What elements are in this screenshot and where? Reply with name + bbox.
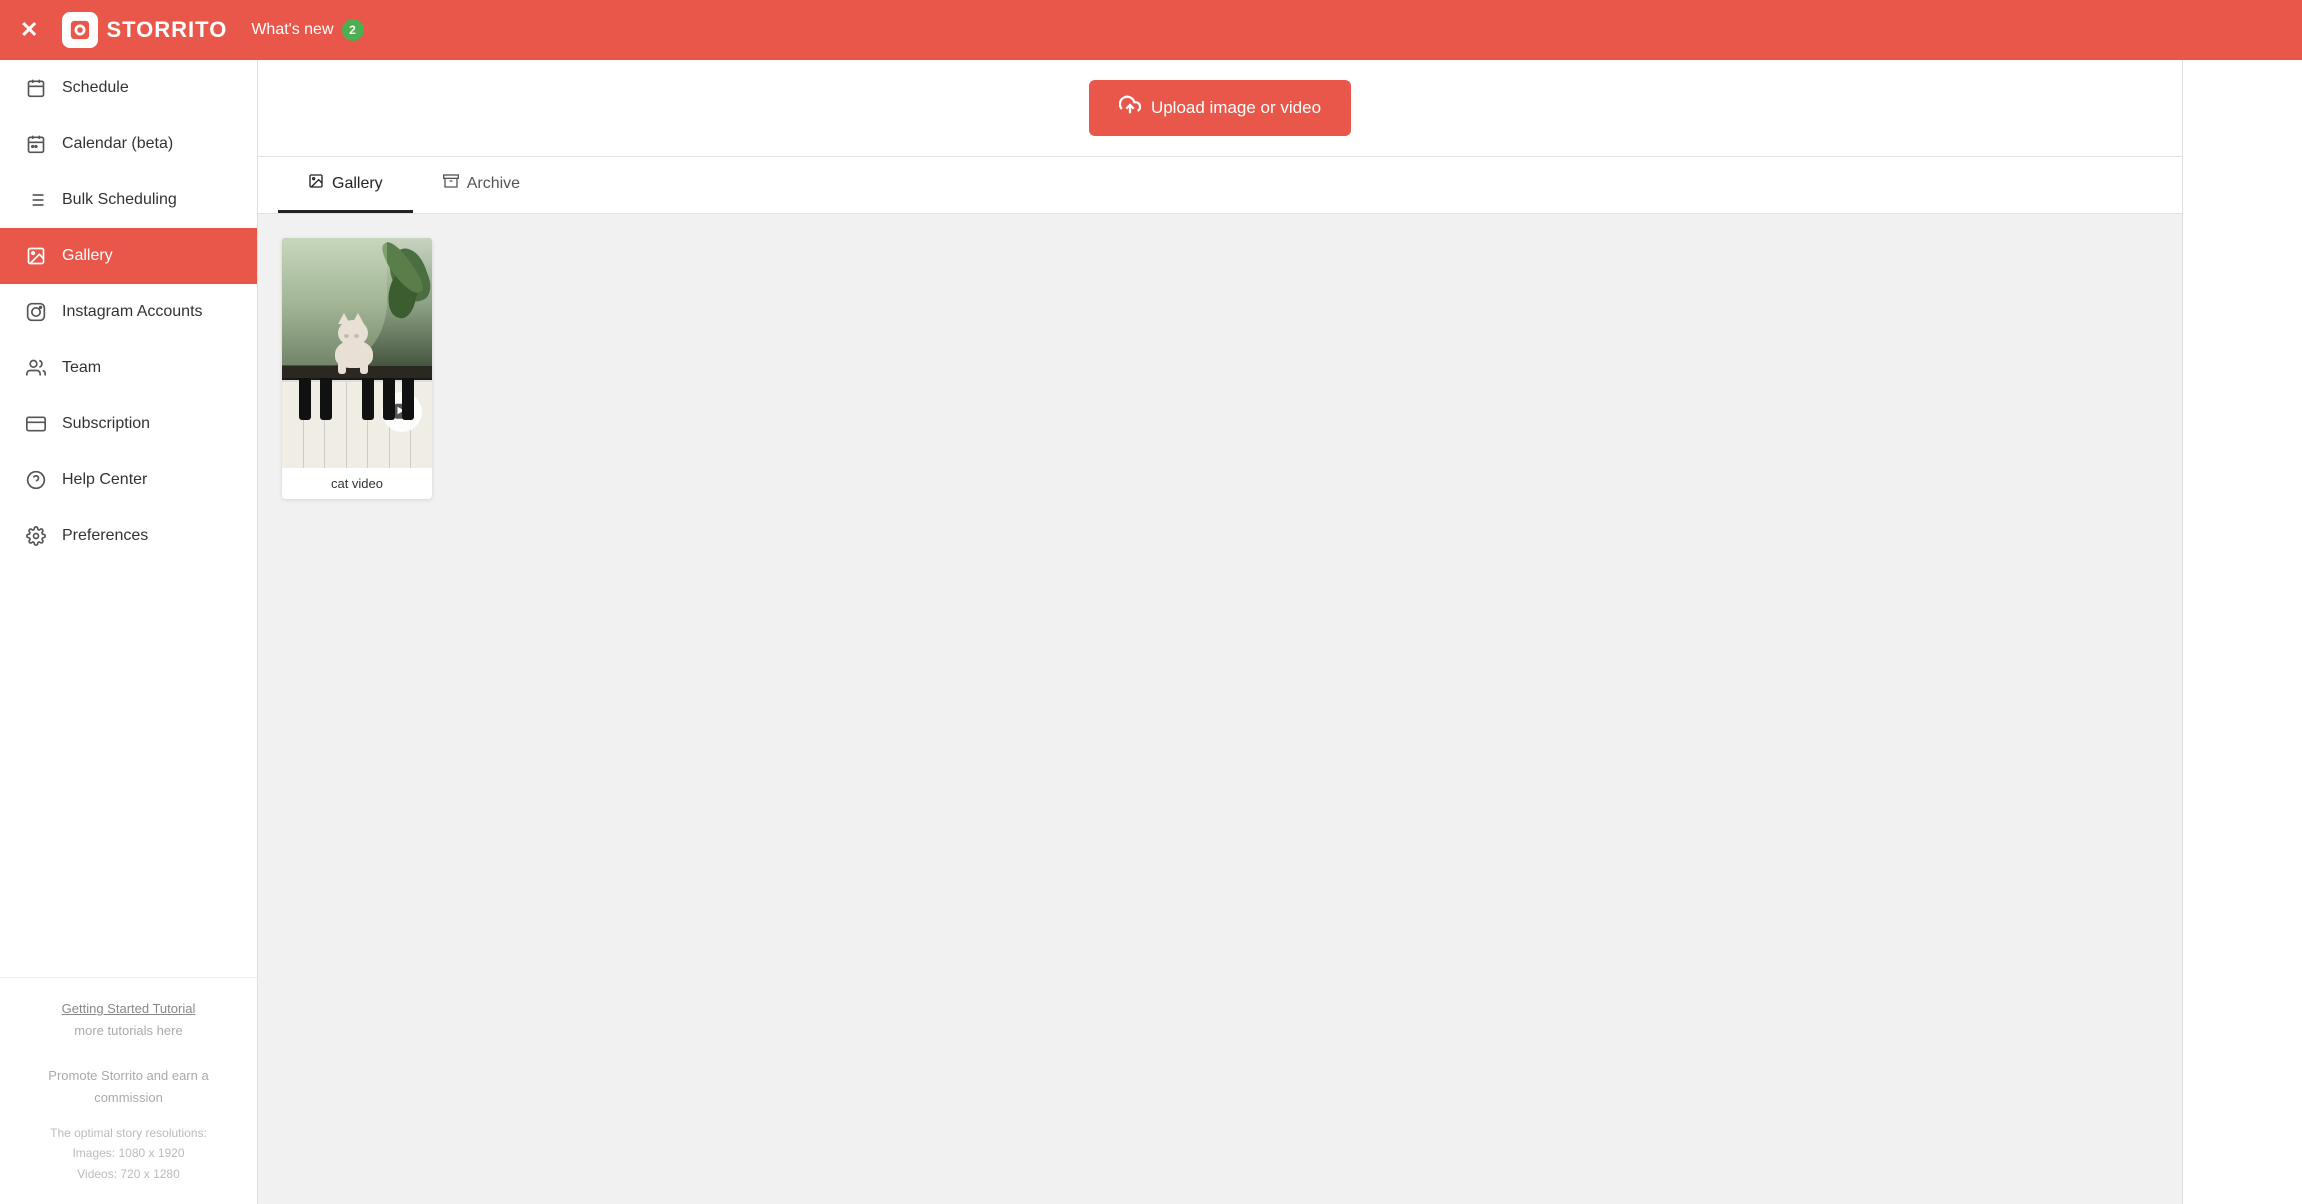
gallery-tab-icon [308, 173, 324, 194]
media-card-thumbnail [282, 238, 432, 468]
sidebar-nav: Schedule Calendar (beta) Bulk Sched [0, 60, 257, 977]
resolution-title: The optimal story resolutions: [24, 1123, 233, 1143]
sidebar-item-calendar-beta-label: Calendar (beta) [62, 135, 173, 153]
list-icon [24, 190, 48, 210]
content-area: Upload image or video Gallery Arch [258, 60, 2182, 1204]
cat-scene [282, 238, 432, 468]
sidebar-item-preferences-label: Preferences [62, 527, 148, 545]
more-tutorials-text: more tutorials here [74, 1023, 182, 1038]
calendar-icon [24, 78, 48, 98]
resolution-images: Images: 1080 x 1920 [24, 1143, 233, 1163]
tab-gallery[interactable]: Gallery [278, 157, 413, 213]
upload-button-label: Upload image or video [1151, 98, 1321, 118]
logo-text: STORRITO [106, 17, 227, 43]
image-icon [24, 246, 48, 266]
sidebar-item-instagram-accounts[interactable]: Instagram Accounts [0, 284, 257, 340]
sidebar-item-bulk-scheduling[interactable]: Bulk Scheduling [0, 172, 257, 228]
main-layout: Schedule Calendar (beta) Bulk Sched [0, 60, 2302, 1204]
tab-archive[interactable]: Archive [413, 157, 550, 213]
media-card-label: cat video [282, 468, 432, 499]
users-icon [24, 358, 48, 378]
promote-text: Promote Storrito and earn a commission [48, 1068, 208, 1105]
sidebar-item-schedule[interactable]: Schedule [0, 60, 257, 116]
gallery-tab-label: Gallery [332, 175, 383, 193]
sidebar-item-bulk-scheduling-label: Bulk Scheduling [62, 191, 177, 209]
topnav: ✕ STORRITO What's new 2 [0, 0, 2302, 60]
sidebar-item-team-label: Team [62, 359, 101, 377]
sidebar-footer: Getting Started Tutorial more tutorials … [0, 977, 257, 1204]
gallery-grid: cat video [258, 214, 2182, 1204]
sidebar-item-subscription-label: Subscription [62, 415, 150, 433]
calendar-alt-icon [24, 134, 48, 154]
upload-banner: Upload image or video [258, 60, 2182, 157]
sidebar: Schedule Calendar (beta) Bulk Sched [0, 60, 258, 1204]
upload-icon [1119, 94, 1141, 122]
logo-icon [62, 12, 98, 48]
close-button[interactable]: ✕ [20, 17, 38, 43]
whatsnew-badge: 2 [342, 19, 364, 41]
logo: STORRITO [62, 12, 227, 48]
archive-tab-icon [443, 173, 459, 194]
upload-button[interactable]: Upload image or video [1089, 80, 1351, 136]
tabs-bar: Gallery Archive [258, 157, 2182, 214]
sidebar-item-calendar-beta[interactable]: Calendar (beta) [0, 116, 257, 172]
right-panel [2182, 60, 2302, 1204]
sidebar-item-help-center[interactable]: Help Center [0, 452, 257, 508]
media-card-cat-video[interactable]: cat video [282, 238, 432, 499]
whatsnew-button[interactable]: What's new 2 [251, 19, 363, 41]
getting-started-link[interactable]: Getting Started Tutorial [62, 1001, 196, 1016]
credit-card-icon [24, 414, 48, 434]
sidebar-item-gallery-label: Gallery [62, 247, 113, 265]
gear-icon [24, 526, 48, 546]
help-icon [24, 470, 48, 490]
sidebar-item-gallery[interactable]: Gallery [0, 228, 257, 284]
sidebar-item-preferences[interactable]: Preferences [0, 508, 257, 564]
sidebar-item-schedule-label: Schedule [62, 79, 129, 97]
resolution-info: The optimal story resolutions: Images: 1… [24, 1123, 233, 1184]
archive-tab-label: Archive [467, 175, 520, 193]
whatsnew-label: What's new [251, 21, 333, 39]
instagram-icon [24, 302, 48, 322]
sidebar-item-subscription[interactable]: Subscription [0, 396, 257, 452]
resolution-videos: Videos: 720 x 1280 [24, 1164, 233, 1184]
sidebar-item-team[interactable]: Team [0, 340, 257, 396]
sidebar-item-instagram-label: Instagram Accounts [62, 303, 203, 321]
sidebar-item-help-label: Help Center [62, 471, 147, 489]
